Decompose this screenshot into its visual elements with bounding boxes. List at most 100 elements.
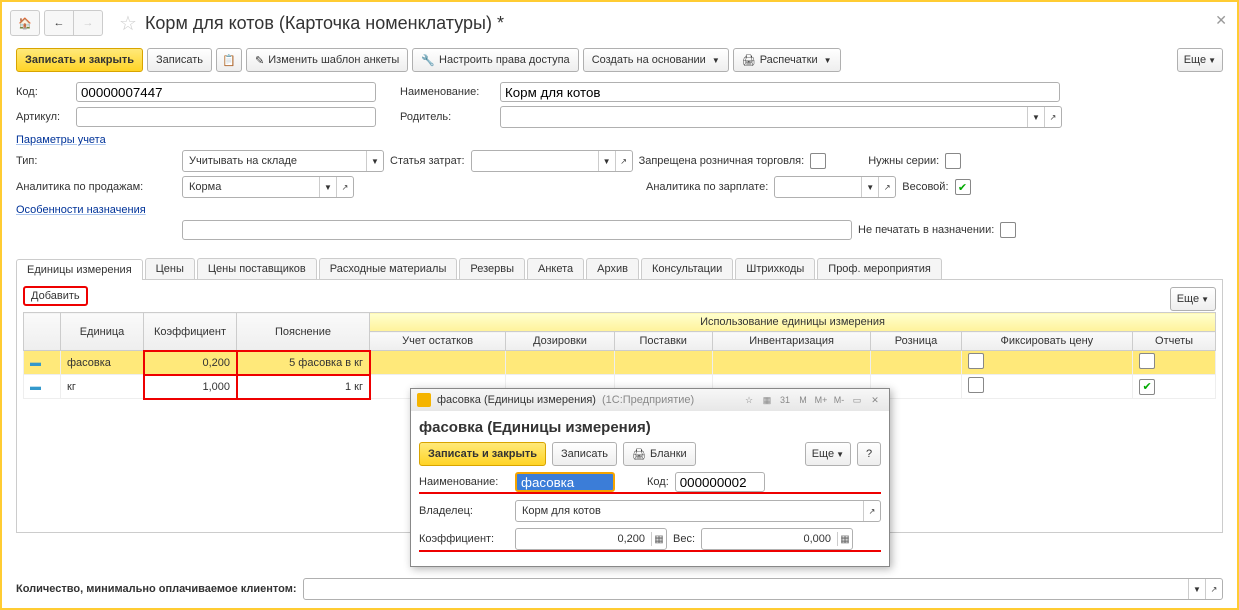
save-close-button[interactable]: Записать и закрыть — [16, 48, 143, 72]
popup-code-input[interactable] — [675, 472, 765, 492]
edit-template-button[interactable]: ✎Изменить шаблон анкеты — [246, 48, 408, 72]
sales-label: Аналитика по продажам: — [16, 181, 176, 193]
series-checkbox[interactable] — [945, 153, 961, 169]
cost-select[interactable]: ▼↗ — [471, 150, 633, 172]
cal-icon[interactable]: 31 — [777, 393, 793, 407]
popup-name-input[interactable] — [515, 472, 615, 492]
reports-checkbox[interactable] — [1139, 353, 1155, 369]
m-icon[interactable]: M — [795, 393, 811, 407]
favorite-icon[interactable]: ☆ — [119, 11, 137, 36]
chevron-down-icon[interactable]: ▼ — [319, 177, 336, 197]
open-icon[interactable]: ↗ — [863, 501, 880, 521]
sales-select[interactable]: Корма▼↗ — [182, 176, 354, 198]
rights-button[interactable]: 🔧Настроить права доступа — [412, 48, 578, 72]
popup-weight-label: Вес: — [673, 533, 695, 545]
bottom-row: Количество, минимально оплачиваемое клие… — [16, 578, 1223, 600]
key-icon: 🔧 — [421, 54, 435, 67]
calc-icon[interactable]: ▦ — [759, 393, 775, 407]
tab-prof[interactable]: Проф. мероприятия — [817, 258, 942, 279]
form-area: Код: Наименование: Артикул: Родитель: ▼ … — [2, 76, 1237, 250]
parent-label: Родитель: — [400, 111, 500, 123]
table-row[interactable]: ▬ фасовка 0,200 5 фасовка в кг — [24, 351, 1216, 375]
col-fix: Фиксировать цену — [961, 332, 1133, 351]
min-qty-label: Количество, минимально оплачиваемое клие… — [16, 583, 297, 595]
retail-checkbox[interactable] — [810, 153, 826, 169]
parent-select[interactable]: ▼ ↗ — [500, 106, 1062, 128]
chevron-down-icon: ▼ — [824, 56, 832, 65]
mminus-icon[interactable]: M- — [831, 393, 847, 407]
calc-icon[interactable]: ▦ — [651, 532, 666, 546]
more-button[interactable]: Еще▼ — [1177, 48, 1223, 72]
popup-blanks-button[interactable]: 🖨Бланки — [623, 442, 696, 466]
units-grid: Единица Коэффициент Пояснение Использова… — [23, 312, 1216, 399]
tab-units[interactable]: Единицы измерения — [16, 259, 143, 280]
chevron-down-icon: ▼ — [1208, 56, 1216, 65]
type-select[interactable]: Учитывать на складе▼ — [182, 150, 384, 172]
reports-checkbox[interactable] — [1139, 379, 1155, 395]
min-qty-input[interactable]: ▼↗ — [303, 578, 1223, 600]
chevron-down-icon: ▼ — [1201, 295, 1209, 304]
salary-select[interactable]: ▼↗ — [774, 176, 896, 198]
tab-consult[interactable]: Консультации — [641, 258, 733, 279]
chevron-down-icon[interactable]: ▼ — [598, 151, 615, 171]
tab-reserves[interactable]: Резервы — [459, 258, 525, 279]
code-input[interactable] — [76, 82, 376, 102]
noprint-checkbox[interactable] — [1000, 222, 1016, 238]
chevron-down-icon[interactable]: ▼ — [366, 151, 383, 171]
calc-icon[interactable]: ▦ — [837, 532, 852, 546]
popup-more-button[interactable]: Еще▼ — [805, 442, 851, 466]
help-button[interactable]: ? — [857, 442, 881, 466]
open-icon[interactable]: ↗ — [1205, 579, 1222, 599]
save-button[interactable]: Записать — [147, 48, 212, 72]
col-expl: Пояснение — [237, 313, 370, 351]
mplus-icon[interactable]: M+ — [813, 393, 829, 407]
pencil-icon: ✎ — [255, 54, 264, 67]
tab-archive[interactable]: Архив — [586, 258, 639, 279]
popup-weight-input[interactable]: 0,000▦ — [701, 528, 853, 550]
min-icon[interactable]: ▭ — [849, 393, 865, 407]
name-input[interactable] — [500, 82, 1060, 102]
printer-icon: 🖨 — [632, 448, 646, 461]
popup-name-label: Наименование: — [419, 476, 509, 488]
prints-button[interactable]: 🖨Распечатки▼ — [733, 48, 841, 72]
grid-more-button[interactable]: Еще▼ — [1170, 287, 1216, 311]
type-label: Тип: — [16, 155, 176, 167]
back-button[interactable]: ← — [44, 10, 73, 36]
chevron-down-icon[interactable]: ▼ — [861, 177, 878, 197]
tabstrip: Единицы измерения Цены Цены поставщиков … — [16, 258, 1223, 280]
open-icon[interactable]: ↗ — [1044, 107, 1061, 127]
article-input[interactable] — [76, 107, 376, 127]
tab-supplier-prices[interactable]: Цены поставщиков — [197, 258, 317, 279]
popup-coef-label: Коэффициент: — [419, 533, 509, 545]
open-icon[interactable]: ↗ — [615, 151, 632, 171]
tab-barcodes[interactable]: Штрихкоды — [735, 258, 815, 279]
forward-button[interactable]: → — [73, 10, 103, 36]
tab-survey[interactable]: Анкета — [527, 258, 584, 279]
purpose-input[interactable] — [182, 220, 852, 240]
create-base-button[interactable]: Создать на основании▼ — [583, 48, 729, 72]
list-button[interactable]: 📋 — [216, 48, 242, 72]
open-icon[interactable]: ↗ — [878, 177, 895, 197]
add-button[interactable]: Добавить — [23, 286, 88, 306]
tab-consumables[interactable]: Расходные материалы — [319, 258, 458, 279]
retail-label: Запрещена розничная торговля: — [639, 155, 805, 167]
fix-checkbox[interactable] — [968, 377, 984, 393]
tab-prices[interactable]: Цены — [145, 258, 195, 279]
popup-save-button[interactable]: Записать — [552, 442, 617, 466]
col-dose: Дозировки — [506, 332, 614, 351]
weight-checkbox[interactable] — [955, 179, 971, 195]
popup-code-label: Код: — [647, 476, 669, 488]
open-icon[interactable]: ↗ — [336, 177, 353, 197]
chevron-down-icon[interactable]: ▼ — [1188, 579, 1205, 599]
home-button[interactable]: 🏠 — [10, 10, 40, 36]
col-retail: Розница — [871, 332, 961, 351]
fix-checkbox[interactable] — [968, 353, 984, 369]
popup-save-close-button[interactable]: Записать и закрыть — [419, 442, 546, 466]
close-icon[interactable]: ✕ — [1215, 12, 1227, 29]
popup-owner-select[interactable]: Корм для котов↗ — [515, 500, 881, 522]
close-icon[interactable]: ✕ — [867, 393, 883, 407]
article-label: Артикул: — [16, 111, 76, 123]
chevron-down-icon[interactable]: ▼ — [1027, 107, 1044, 127]
popup-coef-input[interactable]: 0,200▦ — [515, 528, 667, 550]
fav-icon[interactable]: ☆ — [741, 393, 757, 407]
